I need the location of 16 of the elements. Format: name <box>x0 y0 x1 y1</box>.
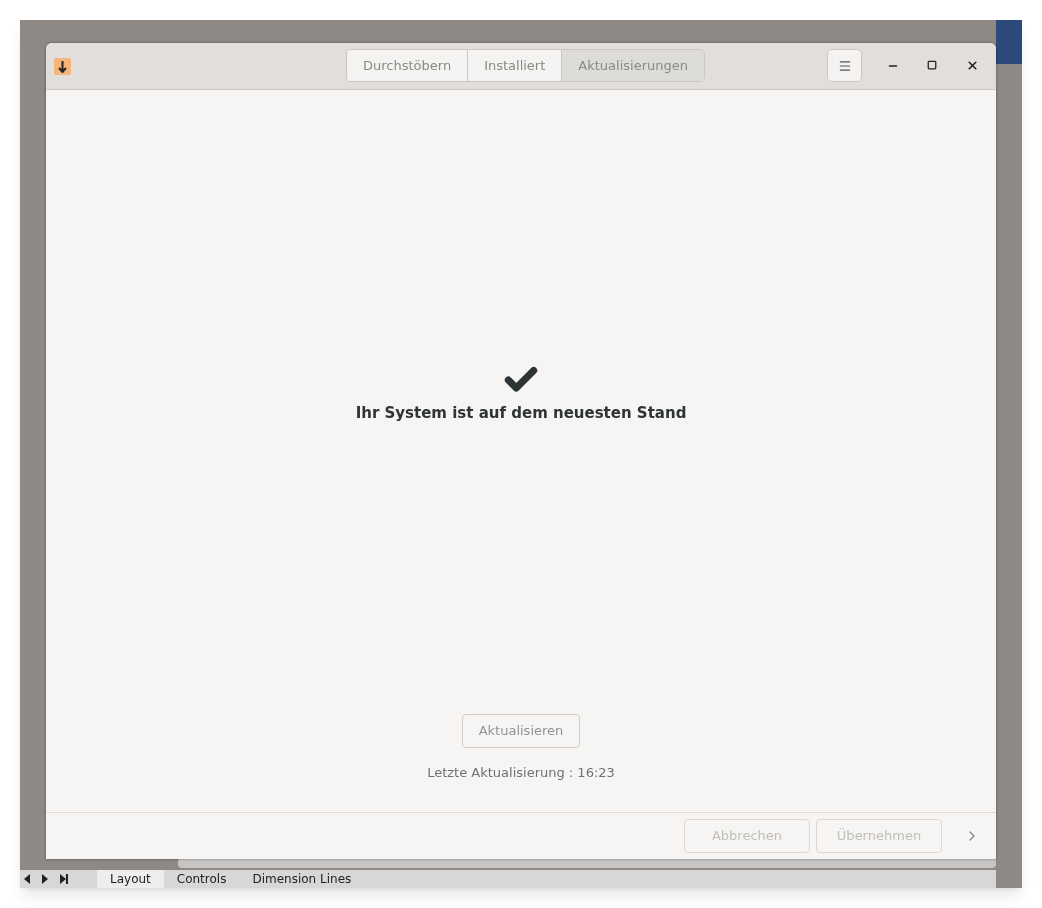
previous-icon[interactable] <box>24 874 30 884</box>
sheet-tab[interactable]: Layout <box>97 870 164 888</box>
sheet-tab[interactable]: Controls <box>163 870 240 888</box>
menu-icon <box>837 58 852 73</box>
last-icon[interactable] <box>60 874 68 884</box>
sheet-tab[interactable]: Dimension Lines <box>239 870 365 888</box>
download-icon <box>54 58 71 75</box>
status-message: Ihr System ist auf dem neuesten Stand <box>355 403 687 424</box>
view-tab[interactable]: Durchstöbern <box>347 50 468 81</box>
close-icon[interactable] <box>966 59 979 72</box>
last-update-text: Letzte Aktualisierung : 16:23 <box>427 763 615 782</box>
side-panel <box>996 20 1022 64</box>
maximize-icon[interactable] <box>927 60 937 70</box>
view-tab[interactable]: Aktualisierungen <box>561 50 704 81</box>
next-icon[interactable] <box>42 874 48 884</box>
view-tab[interactable]: Installiert <box>467 50 562 81</box>
